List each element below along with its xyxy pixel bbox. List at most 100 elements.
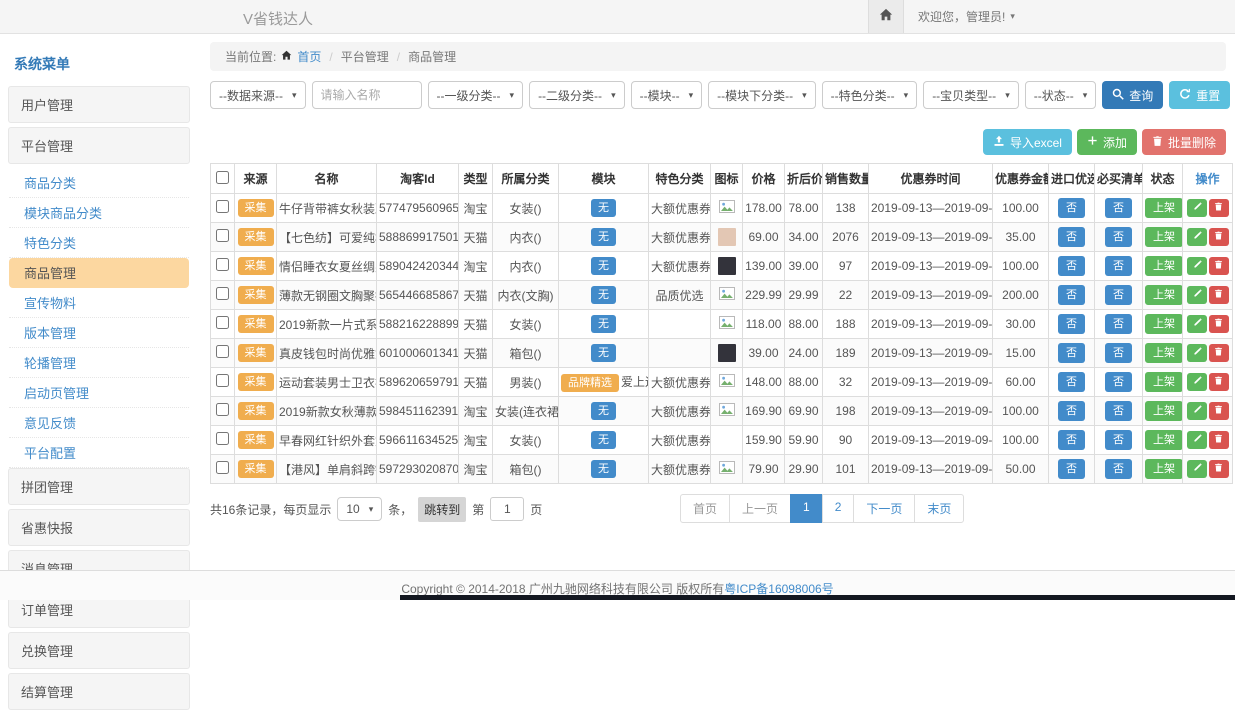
- must-buy-toggle[interactable]: 否: [1105, 459, 1132, 479]
- edit-button[interactable]: [1187, 286, 1207, 304]
- filter-select-module-subcategory[interactable]: --模块下分类--▾: [708, 81, 816, 109]
- status-toggle[interactable]: 上架: [1145, 285, 1183, 305]
- import-excel-button[interactable]: 导入excel: [983, 129, 1072, 155]
- must-buy-toggle[interactable]: 否: [1105, 256, 1132, 276]
- search-button[interactable]: 查询: [1102, 81, 1163, 109]
- filter-select-item-type[interactable]: --宝贝类型--▾: [923, 81, 1019, 109]
- delete-button[interactable]: [1209, 315, 1229, 333]
- sidebar-item-platform-config[interactable]: 平台配置: [9, 438, 189, 468]
- last-page-button[interactable]: 末页: [914, 494, 964, 523]
- delete-button[interactable]: [1209, 431, 1229, 449]
- sidebar-item-settlement-management[interactable]: 结算管理: [8, 673, 190, 710]
- must-buy-toggle[interactable]: 否: [1105, 343, 1132, 363]
- per-page-select[interactable]: 10 ▾: [337, 497, 382, 521]
- status-toggle[interactable]: 上架: [1145, 314, 1183, 334]
- row-checkbox[interactable]: [216, 229, 229, 242]
- sidebar-item-savings-express[interactable]: 省惠快报: [8, 509, 190, 546]
- reset-button[interactable]: 重置: [1169, 81, 1230, 109]
- row-checkbox[interactable]: [216, 432, 229, 445]
- edit-button[interactable]: [1187, 402, 1207, 420]
- edit-button[interactable]: [1187, 228, 1207, 246]
- row-checkbox[interactable]: [216, 461, 229, 474]
- status-toggle[interactable]: 上架: [1145, 401, 1183, 421]
- delete-button[interactable]: [1209, 199, 1229, 217]
- batch-delete-button[interactable]: 批量删除: [1142, 129, 1226, 155]
- import-select-toggle[interactable]: 否: [1058, 343, 1085, 363]
- delete-button[interactable]: [1209, 286, 1229, 304]
- must-buy-toggle[interactable]: 否: [1105, 314, 1132, 334]
- sidebar-item-version-management[interactable]: 版本管理: [9, 318, 189, 348]
- breadcrumb-home-link[interactable]: 首页: [297, 48, 321, 65]
- status-toggle[interactable]: 上架: [1145, 227, 1183, 247]
- sidebar-item-promo-materials[interactable]: 宣传物料: [9, 288, 189, 318]
- delete-button[interactable]: [1209, 228, 1229, 246]
- sidebar-item-feature-category[interactable]: 特色分类: [9, 228, 189, 258]
- edit-button[interactable]: [1187, 460, 1207, 478]
- status-toggle[interactable]: 上架: [1145, 372, 1183, 392]
- import-select-toggle[interactable]: 否: [1058, 314, 1085, 334]
- edit-button[interactable]: [1187, 431, 1207, 449]
- sidebar-item-carousel-management[interactable]: 轮播管理: [9, 348, 189, 378]
- status-toggle[interactable]: 上架: [1145, 459, 1183, 479]
- next-page-button[interactable]: 下一页: [853, 494, 915, 523]
- user-menu[interactable]: 欢迎您，管理员! ▾: [918, 8, 1015, 25]
- sidebar-item-platform-management[interactable]: 平台管理: [8, 127, 190, 164]
- row-checkbox[interactable]: [216, 374, 229, 387]
- filter-select-data-source[interactable]: --数据来源--▾: [210, 81, 306, 109]
- sidebar-item-user-management[interactable]: 用户管理: [8, 86, 190, 123]
- must-buy-toggle[interactable]: 否: [1105, 401, 1132, 421]
- page-number-input[interactable]: [490, 497, 524, 521]
- must-buy-toggle[interactable]: 否: [1105, 372, 1132, 392]
- page-2-button[interactable]: 2: [822, 494, 855, 523]
- filter-select-level1-category[interactable]: --一级分类--▾: [428, 81, 524, 109]
- edit-button[interactable]: [1187, 344, 1207, 362]
- edit-button[interactable]: [1187, 257, 1207, 275]
- import-select-toggle[interactable]: 否: [1058, 401, 1085, 421]
- filter-select-status[interactable]: --状态--▾: [1025, 81, 1097, 109]
- must-buy-toggle[interactable]: 否: [1105, 198, 1132, 218]
- home-button[interactable]: [868, 0, 904, 33]
- must-buy-toggle[interactable]: 否: [1105, 430, 1132, 450]
- row-checkbox[interactable]: [216, 200, 229, 213]
- sidebar-item-splash-page-management[interactable]: 启动页管理: [9, 378, 189, 408]
- status-toggle[interactable]: 上架: [1145, 430, 1183, 450]
- import-select-toggle[interactable]: 否: [1058, 227, 1085, 247]
- filter-select-module[interactable]: --模块--▾: [631, 81, 703, 109]
- delete-button[interactable]: [1209, 460, 1229, 478]
- filter-select-level2-category[interactable]: --二级分类--▾: [529, 81, 625, 109]
- row-checkbox[interactable]: [216, 316, 229, 329]
- must-buy-toggle[interactable]: 否: [1105, 227, 1132, 247]
- add-button[interactable]: 添加: [1077, 129, 1137, 155]
- delete-button[interactable]: [1209, 402, 1229, 420]
- name-search-input[interactable]: [312, 81, 422, 109]
- must-buy-toggle[interactable]: 否: [1105, 285, 1132, 305]
- import-select-toggle[interactable]: 否: [1058, 372, 1085, 392]
- sidebar-item-goods-management[interactable]: 商品管理: [9, 258, 189, 288]
- sidebar-item-feedback[interactable]: 意见反馈: [9, 408, 189, 438]
- row-checkbox[interactable]: [216, 258, 229, 271]
- row-checkbox[interactable]: [216, 345, 229, 358]
- import-select-toggle[interactable]: 否: [1058, 459, 1085, 479]
- edit-button[interactable]: [1187, 373, 1207, 391]
- row-checkbox[interactable]: [216, 287, 229, 300]
- import-select-toggle[interactable]: 否: [1058, 198, 1085, 218]
- delete-button[interactable]: [1209, 344, 1229, 362]
- sidebar-item-group-buy-management[interactable]: 拼团管理: [8, 468, 190, 505]
- edit-button[interactable]: [1187, 315, 1207, 333]
- status-toggle[interactable]: 上架: [1145, 256, 1183, 276]
- select-all-checkbox[interactable]: [216, 171, 229, 184]
- status-toggle[interactable]: 上架: [1145, 343, 1183, 363]
- delete-button[interactable]: [1209, 257, 1229, 275]
- sidebar-item-exchange-management[interactable]: 兑换管理: [8, 632, 190, 669]
- row-checkbox[interactable]: [216, 403, 229, 416]
- status-toggle[interactable]: 上架: [1145, 198, 1183, 218]
- sidebar-item-goods-category[interactable]: 商品分类: [9, 168, 189, 198]
- import-select-toggle[interactable]: 否: [1058, 256, 1085, 276]
- import-select-toggle[interactable]: 否: [1058, 285, 1085, 305]
- page-1-button[interactable]: 1: [790, 494, 823, 523]
- import-select-toggle[interactable]: 否: [1058, 430, 1085, 450]
- filter-select-feature-category[interactable]: --特色分类--▾: [822, 81, 918, 109]
- sidebar-item-module-goods-category[interactable]: 模块商品分类: [9, 198, 189, 228]
- delete-button[interactable]: [1209, 373, 1229, 391]
- edit-button[interactable]: [1187, 199, 1207, 217]
